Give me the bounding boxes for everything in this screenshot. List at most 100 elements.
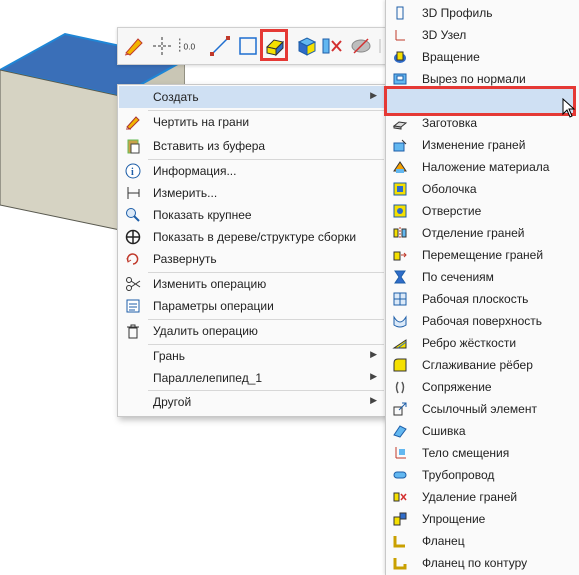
pen-icon[interactable] [122, 33, 146, 59]
submenu-item-simplify[interactable]: Упрощение [386, 508, 579, 530]
cube-icon[interactable] [295, 33, 319, 59]
menu-item-edit-operation[interactable]: Изменить операцию [119, 273, 385, 295]
face-split-icon [392, 225, 408, 241]
revolve-icon [392, 49, 408, 65]
menu-item-create[interactable]: Создать ▶ [119, 86, 385, 108]
submenu-item-label: Трубопровод [422, 468, 495, 482]
submenu-item-label: 3D Профиль [422, 6, 493, 20]
menu-item-operation-params[interactable]: Параметры операции [119, 295, 385, 317]
chevron-right-icon: ▶ [370, 90, 377, 100]
submenu-item-label: Вращение [422, 50, 480, 64]
dimension-icon[interactable]: 0.0 [176, 33, 206, 59]
hole-icon [392, 203, 408, 219]
trash-icon [125, 323, 141, 339]
submenu-item-work-surface[interactable]: Рабочая поверхность [386, 310, 579, 332]
params-icon [125, 298, 141, 314]
submenu-item-fillet[interactable]: Сглаживание рёбер [386, 354, 579, 376]
submenu-item-label: Наложение материала [422, 160, 550, 174]
submenu-item-hole[interactable]: Отверстие [386, 200, 579, 222]
menu-item-face[interactable]: Грань ▶ [119, 345, 385, 367]
submenu-item-label: Упрощение [422, 512, 486, 526]
submenu-item-label: Тело смещения [422, 446, 510, 460]
submenu-item-face-delete[interactable]: Удаление граней [386, 486, 579, 508]
mouse-cursor-icon [562, 98, 576, 118]
scissors-icon [125, 276, 141, 292]
menu-item-delete-operation[interactable]: Удалить операцию [119, 320, 385, 342]
loft-icon [392, 269, 408, 285]
rib-icon [392, 335, 408, 351]
hide-icon[interactable] [349, 33, 373, 59]
tree-icon [125, 229, 141, 245]
simplify-icon [392, 511, 408, 527]
submenu-item-mate[interactable]: Сопряжение [386, 376, 579, 398]
submenu-item-label: Рабочая поверхность [422, 314, 542, 328]
submenu-item-label: Вырез по нормали [422, 72, 526, 86]
submenu-item-label: Ссылочный элемент [422, 402, 537, 416]
submenu-item-loft[interactable]: По сечениям [386, 266, 579, 288]
submenu-item-contour-flange[interactable]: Фланец по контуру [386, 552, 579, 574]
face-edit-icon [392, 137, 408, 153]
submenu-item-flange[interactable]: Фланец [386, 530, 579, 552]
submenu-item-work-plane[interactable]: Рабочая плоскость [386, 288, 579, 310]
submenu-item-label: Рабочая плоскость [422, 292, 529, 306]
delete-icon[interactable] [321, 33, 345, 59]
node3d-icon [392, 27, 408, 43]
contour-flange-icon [392, 555, 408, 571]
menu-item-zoom[interactable]: Показать крупнее [119, 204, 385, 226]
menu-item-paste[interactable]: Вставить из буфера [119, 135, 385, 157]
submenu-item-label: По сечениям [422, 270, 494, 284]
toolbar-more-icon[interactable] [375, 33, 385, 59]
work-plane-icon [392, 291, 408, 307]
menu-item-info[interactable]: i Информация... [119, 160, 385, 182]
submenu-item-label: Отверстие [422, 204, 482, 218]
submenu-item-rib[interactable]: Ребро жёсткости [386, 332, 579, 354]
menu-item-show-in-tree[interactable]: Показать в дереве/структуре сборки [119, 226, 385, 248]
submenu-item-node3d[interactable]: 3D Узел [386, 24, 579, 46]
line-icon[interactable] [208, 33, 232, 59]
submenu-item-revolve[interactable]: Вращение [386, 46, 579, 68]
blank-icon [392, 115, 408, 131]
submenu-item-label: Сглаживание рёбер [422, 358, 533, 372]
submenu-item-label: 3D Узел [422, 28, 467, 42]
face-move-icon [392, 247, 408, 263]
submenu-item-label: Фланец [422, 534, 465, 548]
offset-body-icon [392, 445, 408, 461]
submenu-item-face-move[interactable]: Перемещение граней [386, 244, 579, 266]
cross-axis-icon[interactable] [150, 33, 174, 59]
submenu-item-reference[interactable]: Ссылочный элемент [386, 398, 579, 420]
submenu-item-offset-body[interactable]: Тело смещения [386, 442, 579, 464]
flange-icon [392, 533, 408, 549]
submenu-item-label: Сопряжение [422, 380, 492, 394]
paste-icon [125, 138, 141, 154]
sew-icon [392, 423, 408, 439]
submenu-item-shell[interactable]: Оболочка [386, 178, 579, 200]
menu-item-parallelepiped[interactable]: Параллелепипед_1 ▶ [119, 367, 385, 389]
submenu-item-label: Ребро жёсткости [422, 336, 517, 350]
fillet-icon [392, 357, 408, 373]
rotate-icon [125, 251, 141, 267]
menu-item-other[interactable]: Другой ▶ [119, 391, 385, 413]
submenu-item-label: Фланец по контуру [422, 556, 528, 570]
menu-item-measure[interactable]: Измерить... [119, 182, 385, 204]
shell-icon [392, 181, 408, 197]
submenu-item-label: Заготовка [422, 116, 478, 130]
svg-text:i: i [131, 167, 134, 178]
menu-item-expand[interactable]: Развернуть [119, 248, 385, 270]
cut-normal-icon [392, 71, 408, 87]
face-delete-icon [392, 489, 408, 505]
square-icon[interactable] [236, 33, 260, 59]
submenu-item-face-edit[interactable]: Изменение граней [386, 134, 579, 156]
submenu-item-label: Отделение граней [422, 226, 525, 240]
profile3d-icon [392, 5, 408, 21]
submenu-item-face-split[interactable]: Отделение граней [386, 222, 579, 244]
zoom-icon [125, 207, 141, 223]
extrude-item-highlight [384, 86, 576, 116]
mini-toolbar: 0.0 [117, 27, 401, 65]
menu-item-sketch-on-face[interactable]: Чертить на грани [119, 111, 385, 133]
submenu-item-profile3d[interactable]: 3D Профиль [386, 2, 579, 24]
info-icon: i [125, 163, 141, 179]
submenu-item-material[interactable]: Наложение материала [386, 156, 579, 178]
submenu-item-pipe[interactable]: Трубопровод [386, 464, 579, 486]
submenu-item-sew[interactable]: Сшивка [386, 420, 579, 442]
material-icon [392, 159, 408, 175]
